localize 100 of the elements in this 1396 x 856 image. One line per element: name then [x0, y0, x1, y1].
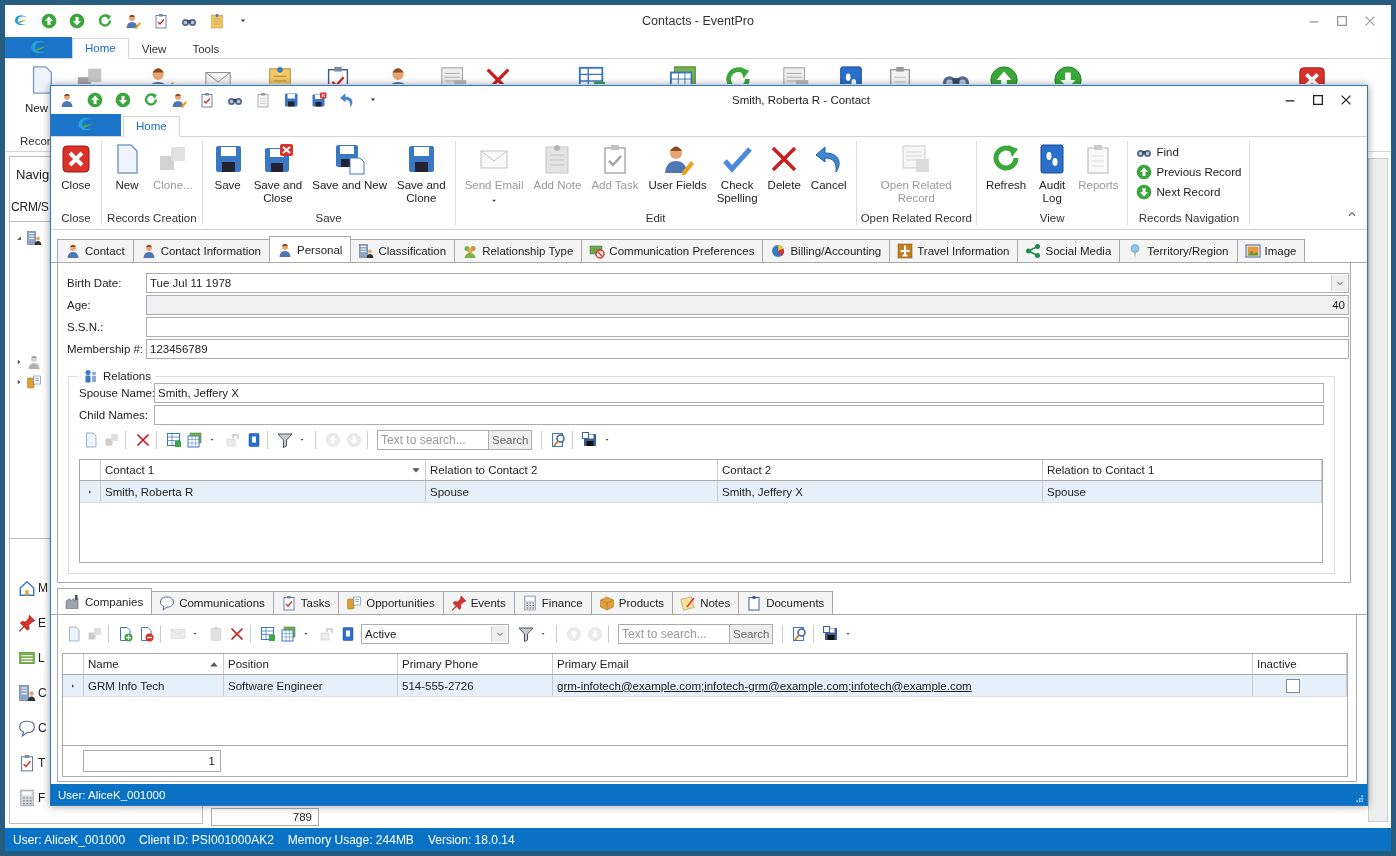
- ribbon-button[interactable]: Save and Close: [248, 141, 308, 207]
- ribbon-tab[interactable]: Home: [72, 38, 129, 59]
- column-header[interactable]: Primary Email: [553, 654, 1253, 674]
- tab[interactable]: Territory/Region: [1119, 239, 1238, 262]
- resize-grip-icon[interactable]: [1354, 793, 1364, 803]
- tab[interactable]: Companies: [57, 588, 153, 614]
- book-icon[interactable]: [246, 432, 262, 448]
- column-header[interactable]: Inactive: [1253, 654, 1347, 674]
- search-field[interactable]: Text to search...: [618, 624, 730, 644]
- column-header[interactable]: Contact 1: [101, 460, 426, 480]
- close-icon[interactable]: [1297, 65, 1327, 84]
- tab[interactable]: Social Media: [1017, 239, 1121, 262]
- ribbon-button[interactable]: Cancel: [805, 141, 852, 194]
- ribbon-button[interactable]: Save and New: [307, 141, 393, 194]
- input-field[interactable]: Smith, Jeffery X: [154, 383, 1324, 403]
- filter-icon[interactable]: [277, 432, 293, 448]
- search-button[interactable]: Search: [489, 430, 533, 450]
- ribbon-button[interactable]: Save: [206, 141, 249, 194]
- refresh-icon[interactable]: [97, 13, 113, 29]
- ribbon-button[interactable]: Save and Clone: [392, 141, 451, 207]
- column-header[interactable]: Name: [84, 654, 224, 674]
- navigation-item[interactable]: T: [38, 756, 46, 770]
- search-icon[interactable]: [792, 626, 809, 642]
- column-header[interactable]: Relation to Contact 1: [1043, 460, 1322, 480]
- person-pencil-icon[interactable]: [171, 92, 187, 108]
- navigation-item[interactable]: C: [38, 721, 47, 735]
- tab[interactable]: Billing/Accounting: [762, 239, 891, 262]
- ribbon-button[interactable]: Delete: [762, 141, 806, 194]
- tab[interactable]: Events: [442, 591, 515, 614]
- calculator-icon[interactable]: [18, 789, 36, 807]
- input-field[interactable]: [146, 317, 1349, 337]
- tab[interactable]: Classification: [350, 239, 456, 262]
- coins-icon[interactable]: [26, 374, 42, 390]
- tab[interactable]: Communications: [151, 591, 274, 614]
- ribbon-button[interactable]: Find: [1132, 143, 1183, 161]
- person-icon[interactable]: [59, 92, 75, 108]
- list-icon[interactable]: [18, 649, 36, 667]
- window-cube-icon[interactable]: [781, 65, 811, 84]
- table-icon[interactable]: [166, 432, 182, 448]
- tab[interactable]: Contact: [57, 239, 134, 262]
- ribbon-button[interactable]: Refresh: [980, 141, 1032, 194]
- input-field[interactable]: 123456789: [146, 339, 1349, 359]
- clipboard-check-icon[interactable]: [199, 92, 215, 108]
- ribbon-button[interactable]: User Fields: [643, 141, 712, 194]
- email-link[interactable]: grm-infotech@example.com;infotech-grm@example.com;infotech@example.com: [557, 679, 972, 692]
- date-dropdown[interactable]: Tue Jul 11 1978: [146, 273, 1349, 293]
- checkbox[interactable]: [1286, 678, 1300, 693]
- home-icon[interactable]: [18, 579, 36, 597]
- tab[interactable]: Image: [1236, 239, 1306, 262]
- tab[interactable]: Communication Preferences: [581, 239, 764, 262]
- ribbon-button[interactable]: Check Spelling: [711, 141, 763, 207]
- notepad-icon[interactable]: [209, 13, 225, 29]
- book-icon[interactable]: [340, 626, 356, 642]
- column-header[interactable]: Contact 2: [718, 460, 1043, 480]
- scroll-bar[interactable]: [1368, 158, 1388, 822]
- down-arrow-icon[interactable]: [1053, 65, 1083, 84]
- close-icon[interactable]: [1339, 93, 1353, 107]
- building-person-icon[interactable]: [18, 684, 36, 702]
- tab[interactable]: Relationship Type: [454, 239, 583, 262]
- input-field[interactable]: 40: [146, 295, 1349, 315]
- delete-icon[interactable]: [135, 432, 151, 448]
- ribbon-button[interactable]: Close: [55, 141, 97, 194]
- speech-bubble-icon[interactable]: [18, 719, 36, 737]
- input-field[interactable]: [154, 405, 1324, 425]
- building-person-icon[interactable]: [26, 230, 42, 246]
- navigation-item[interactable]: M: [38, 581, 48, 595]
- filter-dropdown[interactable]: Active: [361, 624, 509, 644]
- ribbon-tab[interactable]: Tools: [179, 40, 233, 58]
- columns-icon[interactable]: [187, 432, 203, 448]
- refresh-icon[interactable]: [723, 65, 753, 84]
- add-row-icon[interactable]: [118, 626, 134, 642]
- navigation-item[interactable]: L: [38, 651, 45, 665]
- search-icon[interactable]: [551, 432, 568, 448]
- tab[interactable]: Opportunities: [338, 591, 444, 614]
- tab[interactable]: Contact Information: [132, 239, 270, 262]
- filter-icon[interactable]: [518, 626, 534, 642]
- ribbon-button[interactable]: Previous Record: [1132, 163, 1246, 181]
- remove-row-icon[interactable]: [139, 626, 155, 642]
- column-header[interactable]: Primary Phone: [398, 654, 553, 674]
- up-arrow-icon[interactable]: [989, 65, 1019, 84]
- document-icon[interactable]: [83, 432, 99, 448]
- person-pencil-icon[interactable]: [125, 13, 141, 29]
- columns-icon[interactable]: [281, 626, 297, 642]
- tab[interactable]: Tasks: [272, 591, 340, 614]
- column-header[interactable]: Position: [224, 654, 398, 674]
- clipboard-check-icon[interactable]: [18, 754, 36, 772]
- search-button[interactable]: Search: [730, 624, 774, 644]
- tab[interactable]: Finance: [513, 591, 592, 614]
- undo-icon[interactable]: [339, 92, 355, 108]
- tab[interactable]: Documents: [738, 591, 834, 614]
- delete-icon[interactable]: [229, 626, 245, 642]
- ribbon-button[interactable]: Audit Log: [1031, 141, 1074, 207]
- table-icon[interactable]: [577, 65, 607, 84]
- table-icon[interactable]: [260, 626, 276, 642]
- tab[interactable]: Products: [590, 591, 674, 614]
- refresh-icon[interactable]: [143, 92, 159, 108]
- navigation-item[interactable]: F: [38, 791, 46, 805]
- document-icon[interactable]: [66, 626, 82, 642]
- floppy-disk-close-icon[interactable]: [311, 92, 327, 108]
- new-button[interactable]: New: [25, 102, 48, 114]
